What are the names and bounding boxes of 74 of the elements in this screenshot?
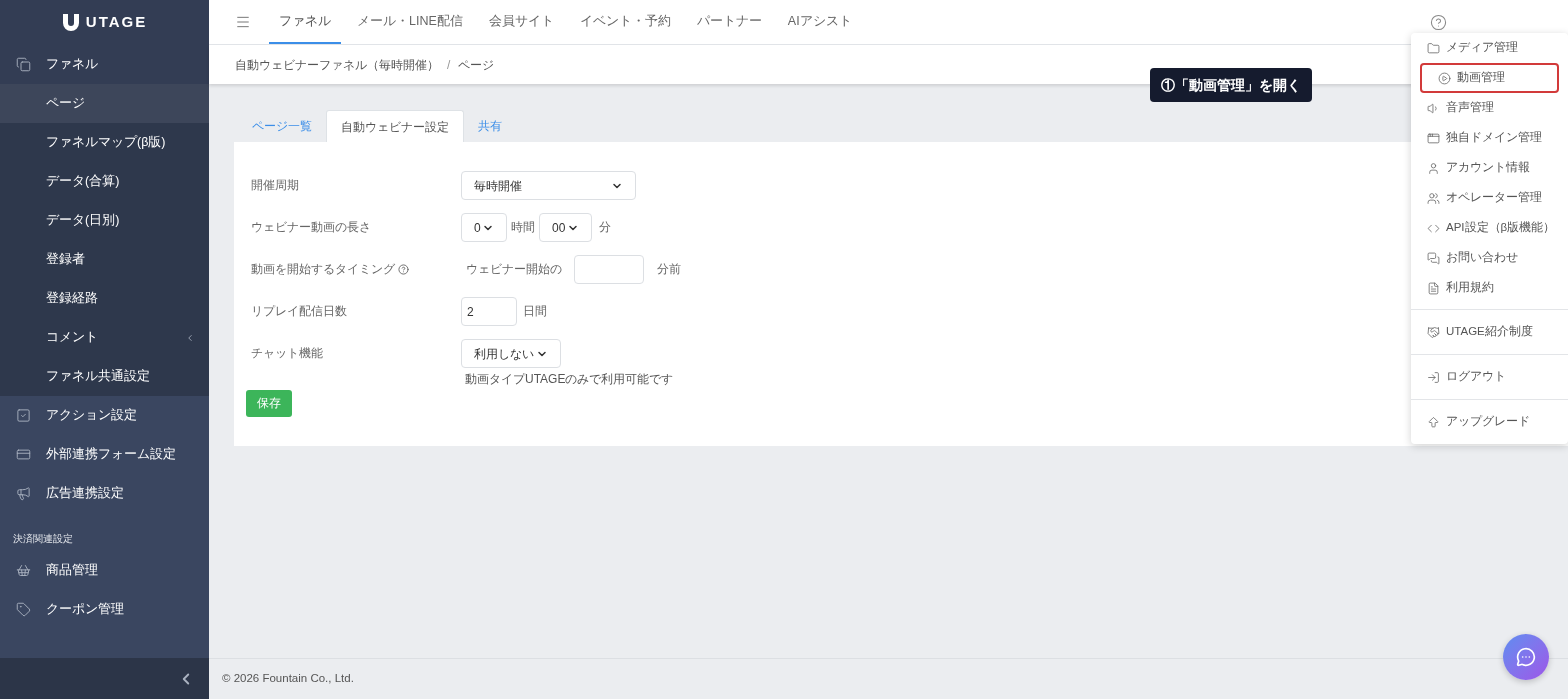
select-field[interactable]: 毎時開催 (461, 171, 636, 200)
menu-item[interactable]: アップグレード (1411, 407, 1568, 437)
sidebar-item[interactable]: コメント (0, 318, 209, 357)
prefix-label: ウェビナー開始の (466, 261, 562, 277)
user-icon (1427, 161, 1440, 175)
stacked-squares-icon (16, 57, 31, 72)
copyright-text: © 2026 Fountain Co., Ltd. (222, 671, 354, 687)
field-label: チャット機能 (251, 345, 323, 361)
help-icon[interactable] (398, 264, 409, 275)
window-icon (1427, 131, 1440, 145)
nav-tab[interactable]: パートナー (686, 0, 772, 44)
sidebar-item[interactable]: 登録者 (0, 240, 209, 279)
menu-item[interactable]: 独自ドメイン管理 (1411, 123, 1568, 153)
menu-item[interactable]: メディア管理 (1411, 33, 1568, 63)
select-field[interactable]: 利用しない (461, 339, 561, 368)
sidebar-item[interactable]: ファネルマップ(β版) (0, 123, 209, 162)
megaphone-icon (16, 486, 31, 501)
users-icon (1427, 191, 1440, 205)
select-field[interactable]: 0 (461, 213, 507, 242)
menu-item[interactable]: API設定（β版機能） (1411, 213, 1568, 243)
unit-label: 時間 (511, 219, 535, 235)
handshake-icon (1427, 325, 1440, 339)
folder-icon (1427, 41, 1440, 55)
menu-icon[interactable] (235, 14, 251, 30)
unit-label: 分 (599, 219, 611, 235)
nav-tab[interactable]: メール・LINE配信 (347, 0, 473, 44)
tag-icon (16, 602, 31, 617)
menu-item[interactable]: アカウント情報 (1411, 153, 1568, 183)
menu-item[interactable]: UTAGE紹介制度 (1411, 317, 1568, 347)
days-input[interactable]: 2 (461, 297, 517, 326)
form-icon (16, 447, 31, 462)
nav-tab[interactable]: イベント・予約 (569, 0, 681, 44)
breadcrumb-separator: / (447, 56, 451, 74)
menu-item[interactable]: オペレーター管理 (1411, 183, 1568, 213)
field-label: リプレイ配信日数 (251, 303, 347, 319)
sidebar-item[interactable]: ファネル共通設定 (0, 357, 209, 396)
chat-icon (1427, 251, 1440, 265)
field-label: ウェビナー動画の長さ (251, 219, 371, 235)
field-label: 開催周期 (251, 177, 299, 193)
logo-text: UTAGE (85, 12, 148, 33)
checkbox-icon (16, 408, 31, 423)
menu-item[interactable]: お問い合わせ (1411, 243, 1568, 273)
sidebar-item[interactable]: データ(合算) (0, 162, 209, 201)
help-text: 動画タイプUTAGEのみで利用可能です (465, 371, 674, 388)
sidebar-item[interactable]: ファネル (0, 45, 209, 84)
unit-label: 分前 (657, 261, 681, 277)
sidebar-item[interactable]: 登録経路 (0, 279, 209, 318)
speaker-icon (1427, 101, 1440, 115)
breadcrumb-current: ページ (458, 56, 495, 74)
breadcrumb-link[interactable]: 自動ウェビナーファネル（毎時開催） (235, 55, 439, 74)
play-icon (1438, 71, 1451, 85)
field-label: 動画を開始するタイミング (251, 261, 395, 277)
menu-item[interactable]: 利用規約 (1411, 273, 1568, 303)
tab[interactable]: 自動ウェビナー設定 (326, 110, 464, 142)
help-icon[interactable] (1430, 13, 1447, 31)
basket-icon (16, 563, 31, 578)
menu-item[interactable]: ログアウト (1411, 362, 1568, 392)
chat-bubble-icon (1516, 647, 1536, 667)
logout-icon (1427, 370, 1440, 384)
select-field[interactable]: 00 (539, 213, 592, 242)
menu-item[interactable]: 動画管理 (1420, 63, 1559, 93)
sidebar-item[interactable]: ページ (0, 84, 209, 123)
section-heading: 決済関連設定 (13, 532, 73, 546)
menu-item[interactable]: 音声管理 (1411, 93, 1568, 123)
sidebar-item[interactable]: データ(日別) (0, 201, 209, 240)
arrow-up-icon (1427, 415, 1440, 429)
minutes-input[interactable] (574, 255, 644, 284)
callout-label: ①「動画管理」を開く (1150, 68, 1312, 102)
logo-icon (61, 13, 80, 32)
nav-tab[interactable]: 会員サイト (478, 0, 564, 44)
nav-tab[interactable]: AIアシスト (777, 0, 862, 44)
unit-label: 日間 (523, 303, 547, 319)
chat-button[interactable] (1503, 634, 1549, 680)
document-icon (1427, 281, 1440, 295)
